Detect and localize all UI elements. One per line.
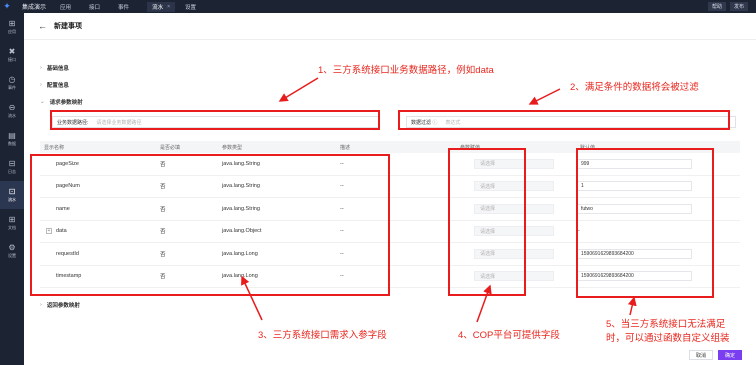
- gear-icon: ⚙: [8, 243, 16, 252]
- top-tab-active[interactable]: 流水 ×: [147, 1, 175, 12]
- clock-icon: ◷: [8, 75, 16, 84]
- annotation-5-line2: 时，可以通过函数自定义组装: [606, 333, 730, 344]
- annotation-4: 4、COP平台可提供字段: [458, 330, 560, 341]
- flow-icon: ⊡: [8, 187, 16, 196]
- section-basic-label: 基础信息: [46, 66, 69, 72]
- top-nav-events[interactable]: 事件: [118, 3, 129, 11]
- section-request-label: 请求参数映射: [49, 100, 83, 106]
- annotation-1: 1、三方系统接口业务数据路径，例如data: [318, 65, 494, 76]
- top-tab-label: 流水: [152, 4, 164, 11]
- chevron-right-icon: ›: [40, 82, 42, 88]
- chevron-right-icon: ›: [40, 65, 42, 71]
- top-bar: ✦ 集成演示 应用 接口 事件 流水 × 设置 帮助 发布: [0, 0, 756, 13]
- sidebar-item-label: 设置: [8, 253, 16, 258]
- annotation-3: 3、三方系统接口需求入参字段: [258, 330, 387, 341]
- sidebar-item-logs[interactable]: ⊟ 日志: [0, 153, 24, 181]
- shield-icon: ⊖: [8, 103, 16, 112]
- sidebar-item-settings[interactable]: ⚙ 设置: [0, 237, 24, 265]
- chevron-right-icon: ›: [40, 302, 42, 308]
- tools-icon: ✖: [8, 47, 16, 56]
- annotation-5-line1: 5、当三方系统接口无法满足: [606, 319, 726, 330]
- help-button[interactable]: 帮助: [707, 2, 726, 11]
- database-icon: ▤: [8, 131, 16, 140]
- col-param-type: 参数类型: [222, 144, 243, 151]
- top-nav: 应用 接口 事件 流水 × 设置: [60, 0, 214, 13]
- sidebar-item-data[interactable]: ▤ 数据: [0, 125, 24, 153]
- top-nav-apps[interactable]: 应用: [60, 3, 71, 11]
- sidebar-item-label: 流水: [8, 113, 16, 118]
- sidebar-item-label: 日志: [8, 169, 16, 174]
- sidebar-item-events[interactable]: ◷ 事件: [0, 69, 24, 97]
- top-nav-interfaces[interactable]: 接口: [89, 3, 100, 11]
- sidebar-item-label: 事件: [8, 85, 16, 90]
- sidebar-item-flow-active[interactable]: ⊡ 流水: [0, 181, 24, 209]
- sidebar: ⊞ 应用 ✖ 接口 ◷ 事件 ⊖ 流水 ▤ 数据 ⊟ 日志 ⊡ 流水 ⊞ 文档 ⚙ 设置: [0, 13, 24, 365]
- col-display-name: 显示名称: [44, 144, 65, 151]
- section-response-label: 返回参数映射: [46, 303, 80, 309]
- document-icon: ⊞: [8, 215, 16, 224]
- sidebar-item-interfaces[interactable]: ✖ 接口: [0, 41, 24, 69]
- sidebar-item-label: 流水: [8, 197, 16, 202]
- top-nav-settings[interactable]: 设置: [185, 3, 196, 11]
- footer-actions: 取消 确定: [688, 350, 742, 360]
- section-basic[interactable]: › 基础信息: [40, 64, 69, 72]
- section-request[interactable]: ⌄ 请求参数映射: [40, 98, 83, 106]
- sidebar-item-label: 接口: [8, 57, 16, 62]
- annotation-box-params: [30, 154, 390, 296]
- section-config-label: 配置信息: [46, 83, 69, 89]
- annotation-box-assign: [448, 148, 526, 296]
- section-response[interactable]: › 返回参数映射: [40, 301, 80, 309]
- sidebar-item-label: 数据: [8, 141, 16, 146]
- annotation-box-filter: [398, 110, 730, 130]
- annotation-2: 2、满足条件的数据将会被过滤: [570, 82, 699, 93]
- cancel-button[interactable]: 取消: [688, 350, 713, 360]
- top-right-actions: 帮助 发布: [704, 2, 748, 11]
- confirm-button[interactable]: 确定: [717, 350, 742, 360]
- publish-button[interactable]: 发布: [729, 2, 748, 11]
- page-header: ← 新建事项: [24, 13, 756, 40]
- app-title: 集成演示: [22, 5, 47, 11]
- sidebar-item-label: 文档: [8, 225, 16, 230]
- log-icon: ⊟: [8, 159, 16, 168]
- sidebar-item-label: 应用: [8, 29, 16, 34]
- back-arrow-icon[interactable]: ←: [38, 21, 47, 31]
- annotation-box-path: [50, 110, 380, 130]
- col-required: 是否必填: [160, 144, 181, 151]
- annotation-box-default: [576, 148, 714, 298]
- sidebar-item-apps[interactable]: ⊞ 应用: [0, 13, 24, 41]
- sidebar-item-docs[interactable]: ⊞ 文档: [0, 209, 24, 237]
- sidebar-item-flow[interactable]: ⊖ 流水: [0, 97, 24, 125]
- chevron-down-icon: ⌄: [40, 99, 45, 105]
- section-config[interactable]: › 配置信息: [40, 81, 69, 89]
- col-description: 描述: [340, 144, 351, 151]
- app-logo-icon[interactable]: ✦: [0, 0, 14, 13]
- grid-icon: ⊞: [8, 19, 16, 28]
- page-title: 新建事项: [54, 23, 82, 30]
- close-icon[interactable]: ×: [167, 4, 170, 10]
